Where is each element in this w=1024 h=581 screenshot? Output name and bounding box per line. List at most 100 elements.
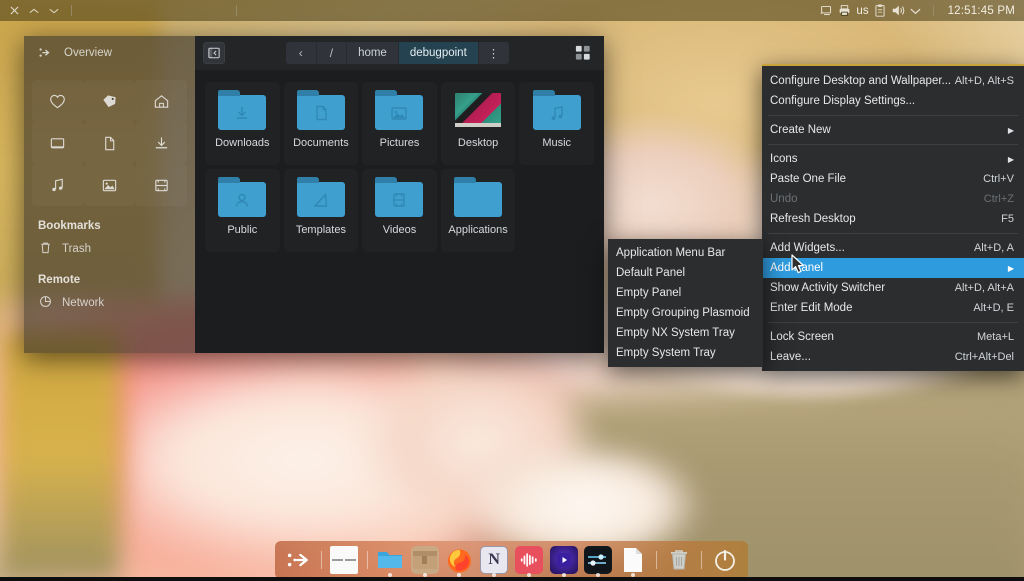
- chevron-down-icon[interactable]: [910, 7, 921, 15]
- close-icon[interactable]: [4, 0, 24, 21]
- breadcrumb-home[interactable]: home: [347, 42, 399, 64]
- menu-separator: [768, 115, 1018, 116]
- menu-item-label: Create New: [770, 124, 831, 136]
- menu-item-add-panel[interactable]: Add Panel ▶: [762, 258, 1024, 278]
- minimize-chevron-down-icon[interactable]: [44, 0, 64, 21]
- menu-separator: [768, 322, 1018, 323]
- menu-item-paste-one-file[interactable]: Paste One File Ctrl+V: [762, 169, 1024, 189]
- add-panel-submenu[interactable]: Application Menu Bar Default Panel Empty…: [608, 239, 763, 367]
- folder-item-applications[interactable]: Applications: [441, 169, 516, 252]
- folder-item-templates[interactable]: Templates: [284, 169, 359, 252]
- taskbar-dock[interactable]: N: [275, 541, 748, 579]
- menu-item-configure-display-settings[interactable]: Configure Display Settings...: [762, 91, 1024, 111]
- power-icon[interactable]: [709, 544, 740, 576]
- places-recently-saved[interactable]: [32, 80, 84, 122]
- overview-label: Overview: [64, 47, 112, 59]
- folder-videos-icon: [375, 177, 423, 217]
- folder-item-music[interactable]: Music: [519, 82, 594, 165]
- menu-item-configure-desktop-and-wallpaper[interactable]: Configure Desktop and Wallpaper... Alt+D…: [762, 71, 1024, 91]
- breadcrumb-menu-icon[interactable]: ⋮: [479, 42, 510, 64]
- folder-item-desktop[interactable]: Desktop: [441, 82, 516, 165]
- places-downloads[interactable]: [135, 122, 187, 164]
- submenu-item-empty-grouping-plasmoid[interactable]: Empty Grouping Plasmoid: [608, 303, 763, 323]
- menu-item-show-activity-switcher[interactable]: Show Activity Switcher Alt+D, Alt+A: [762, 278, 1024, 298]
- menu-separator: [768, 233, 1018, 234]
- menu-item-undo: Undo Ctrl+Z: [762, 189, 1024, 209]
- file-list-view[interactable]: Downloads Documents Pictures: [195, 70, 604, 353]
- clock[interactable]: 12:51:45 PM: [948, 5, 1015, 17]
- menu-item-refresh-desktop[interactable]: Refresh Desktop F5: [762, 209, 1024, 229]
- submenu-item-default-panel[interactable]: Default Panel: [608, 263, 763, 283]
- places-desktop[interactable]: [32, 122, 84, 164]
- notes-icon[interactable]: N: [479, 544, 510, 576]
- media-player-icon[interactable]: [548, 544, 579, 576]
- archive-manager-icon[interactable]: [409, 544, 440, 576]
- printer-icon[interactable]: [838, 4, 851, 17]
- panel-separator-2: [236, 5, 237, 16]
- folder-item-documents[interactable]: Documents: [284, 82, 359, 165]
- audio-recorder-icon[interactable]: [514, 544, 545, 576]
- top-system-panel: us 12:51:45 PM: [0, 0, 1024, 21]
- folder-label: Documents: [293, 137, 349, 149]
- sidebar-item-trash[interactable]: Trash: [24, 238, 195, 260]
- submenu-item-empty-panel[interactable]: Empty Panel: [608, 283, 763, 303]
- breadcrumb-root[interactable]: /: [317, 42, 347, 64]
- menu-item-enter-edit-mode[interactable]: Enter Edit Mode Alt+D, E: [762, 298, 1024, 318]
- image-editor-icon[interactable]: [583, 544, 614, 576]
- menu-item-leave[interactable]: Leave... Ctrl+Alt+Del: [762, 347, 1024, 367]
- submenu-item-empty-nx-system-tray[interactable]: Empty NX System Tray: [608, 323, 763, 343]
- menu-item-create-new[interactable]: Create New ▶: [762, 120, 1024, 140]
- sidebar-item-network[interactable]: Network: [24, 292, 195, 314]
- section-title-bookmarks: Bookmarks: [24, 206, 195, 238]
- tray-separator: [933, 5, 934, 16]
- folder-label: Desktop: [458, 137, 498, 149]
- submenu-item-empty-system-tray[interactable]: Empty System Tray: [608, 343, 763, 363]
- view-grid-icon[interactable]: [570, 40, 596, 66]
- menu-item-shortcut: Alt+D, E: [973, 302, 1014, 314]
- file-manager-window[interactable]: Overview ‹ / home debugpoint ⋮: [24, 36, 604, 353]
- pager-icon[interactable]: [329, 544, 360, 576]
- file-manager-icon[interactable]: [374, 544, 405, 576]
- panel-collapse-icon[interactable]: [203, 42, 225, 64]
- volume-icon[interactable]: [891, 4, 905, 17]
- folder-item-downloads[interactable]: Downloads: [205, 82, 280, 165]
- file-manager-titlebar: Overview ‹ / home debugpoint ⋮: [24, 36, 604, 70]
- folder-item-public[interactable]: Public: [205, 169, 280, 252]
- desktop-context-menu[interactable]: Configure Desktop and Wallpaper... Alt+D…: [762, 64, 1024, 371]
- trash-icon[interactable]: [664, 544, 695, 576]
- places-tags[interactable]: [84, 80, 136, 122]
- keyboard-layout-label[interactable]: us: [856, 5, 868, 17]
- breadcrumb[interactable]: ‹ / home debugpoint ⋮: [286, 42, 510, 64]
- folder-templates-icon: [297, 177, 345, 217]
- places-sidebar[interactable]: Bookmarks Trash Remote Network: [24, 70, 195, 353]
- maximize-chevron-up-icon[interactable]: [24, 0, 44, 21]
- folder-music-icon: [533, 90, 581, 130]
- menu-item-add-widgets[interactable]: Add Widgets... Alt+D, A: [762, 238, 1024, 258]
- firefox-icon[interactable]: [444, 544, 475, 576]
- text-document-icon[interactable]: [618, 544, 649, 576]
- places-home[interactable]: [135, 80, 187, 122]
- menu-item-label: Undo: [770, 193, 798, 205]
- menu-item-shortcut: Alt+D, Alt+S: [955, 75, 1014, 87]
- places-videos[interactable]: [135, 164, 187, 206]
- breadcrumb-debugpoint[interactable]: debugpoint: [399, 42, 479, 64]
- menu-item-label: Configure Display Settings...: [770, 95, 915, 107]
- kde-menu-icon[interactable]: [283, 544, 314, 576]
- menu-item-shortcut: Alt+D, A: [974, 242, 1014, 254]
- folder-label: Videos: [383, 224, 416, 236]
- folder-item-videos[interactable]: Videos: [362, 169, 437, 252]
- menu-item-lock-screen[interactable]: Lock Screen Meta+L: [762, 327, 1024, 347]
- places-panel-header: Overview: [24, 36, 195, 70]
- folder-item-pictures[interactable]: Pictures: [362, 82, 437, 165]
- clipboard-icon[interactable]: [874, 4, 886, 17]
- menu-item-icons[interactable]: Icons ▶: [762, 149, 1024, 169]
- places-pictures[interactable]: [84, 164, 136, 206]
- places-documents[interactable]: [84, 122, 136, 164]
- menu-item-shortcut: Ctrl+Z: [984, 193, 1014, 205]
- chevron-right-icon: ▶: [1008, 155, 1014, 164]
- places-music[interactable]: [32, 164, 84, 206]
- submenu-item-application-menu-bar[interactable]: Application Menu Bar: [608, 243, 763, 263]
- display-icon[interactable]: [820, 4, 833, 17]
- breadcrumb-back-button[interactable]: ‹: [286, 42, 317, 64]
- menu-item-shortcut: Ctrl+Alt+Del: [955, 351, 1014, 363]
